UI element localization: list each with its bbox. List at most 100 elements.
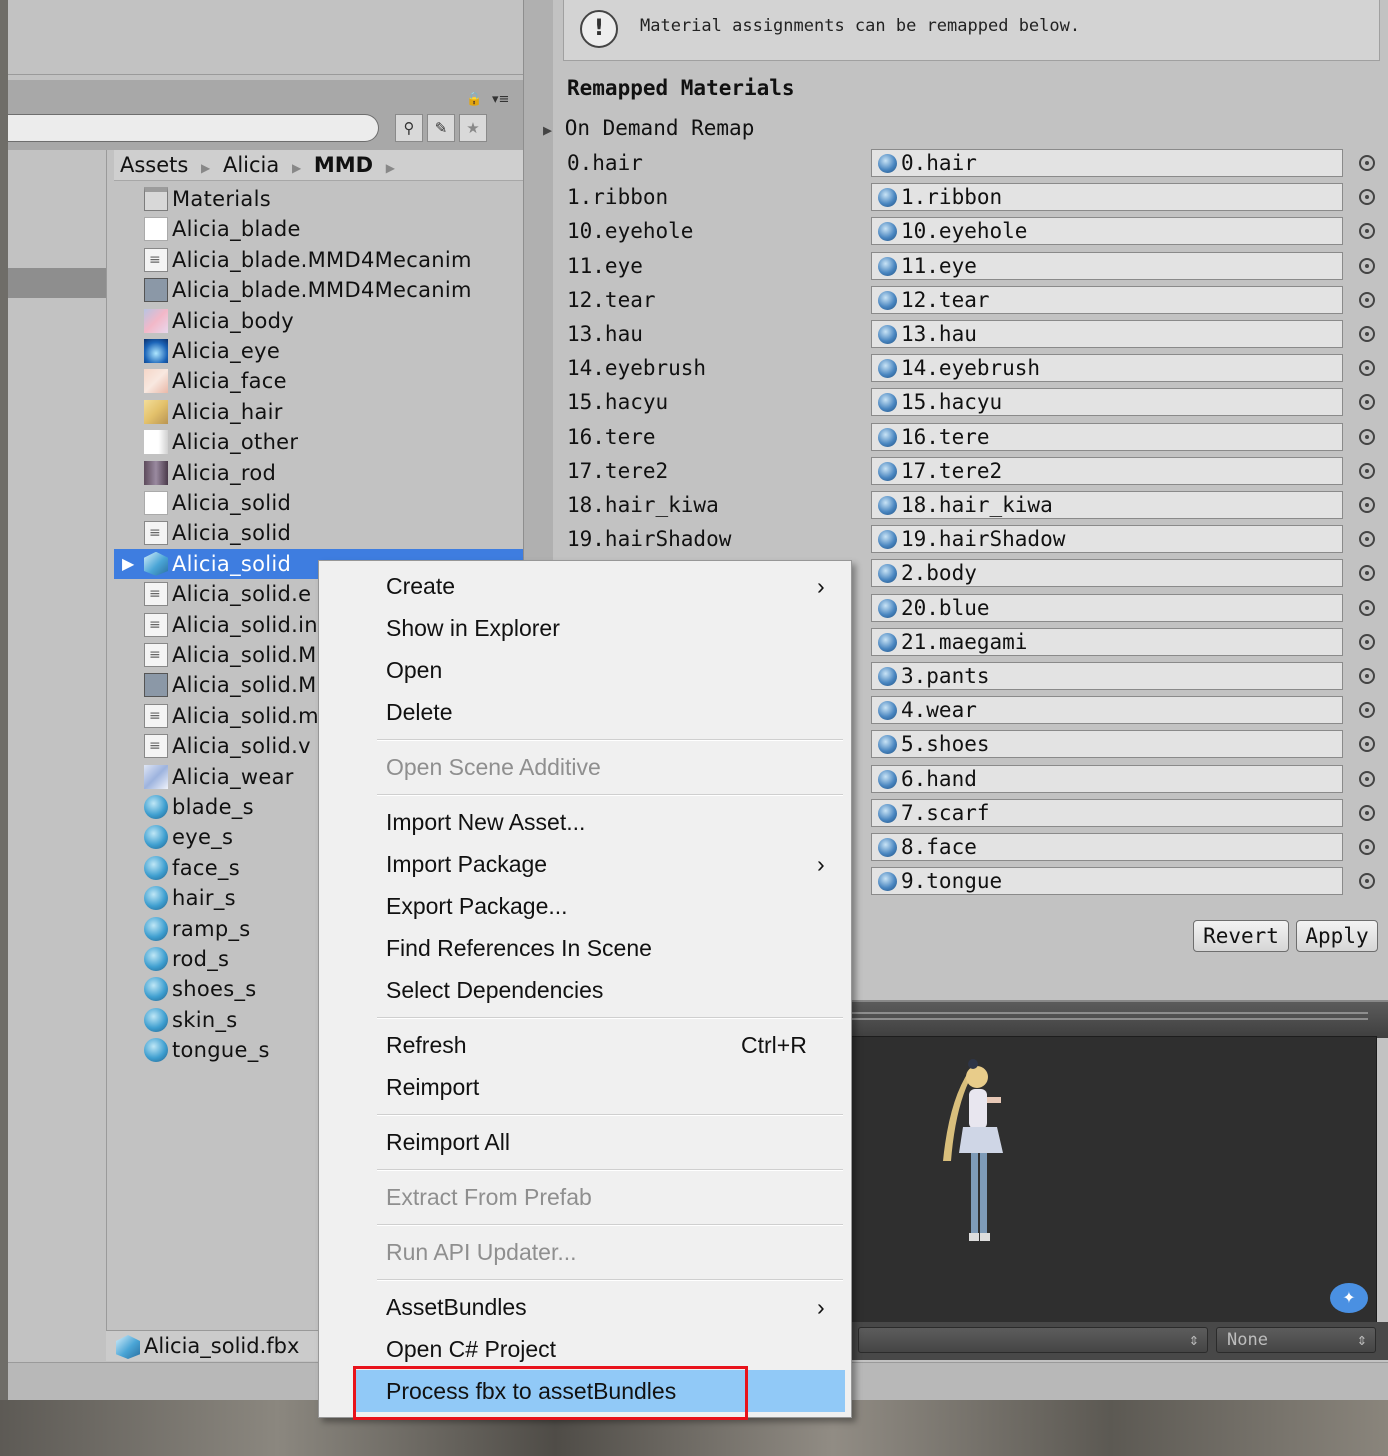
breadcrumb-item-assets[interactable]: Assets — [120, 153, 188, 177]
object-picker-icon[interactable] — [1359, 497, 1375, 513]
material-sphere-icon — [878, 769, 897, 789]
file-list-item[interactable]: Alicia_solid — [114, 518, 523, 548]
material-object-field[interactable]: 20.blue — [871, 593, 1343, 622]
material-sphere-icon — [878, 803, 897, 823]
material-object-field[interactable]: 16.tere — [871, 422, 1343, 451]
material-sphere-icon — [878, 667, 897, 686]
object-picker-icon[interactable] — [1359, 668, 1375, 684]
file-list-item[interactable]: Alicia_body — [114, 306, 523, 336]
material-object-field[interactable]: 14.eyebrush — [871, 354, 1343, 383]
object-picker-icon[interactable] — [1359, 360, 1375, 377]
object-picker-icon[interactable] — [1359, 394, 1375, 411]
breadcrumb-item-alicia[interactable]: Alicia — [223, 153, 279, 177]
file-list-item[interactable]: Alicia_face — [114, 366, 523, 396]
object-picker-icon[interactable] — [1359, 326, 1375, 342]
object-picker-icon[interactable] — [1359, 599, 1375, 616]
file-list-item[interactable]: Alicia_blade — [114, 214, 523, 244]
object-picker-icon[interactable] — [1359, 428, 1375, 445]
file-list-item[interactable]: Alicia_rod — [114, 458, 523, 488]
favorites-star-icon[interactable]: ★ — [459, 114, 487, 142]
breadcrumb-item-mmd[interactable]: MMD — [314, 153, 373, 177]
file-list-item[interactable]: Alicia_eye — [114, 336, 523, 366]
object-picker-icon[interactable] — [1359, 702, 1375, 719]
material-object-field[interactable]: 9.tongue — [871, 867, 1343, 896]
object-picker-icon[interactable] — [1359, 189, 1375, 206]
object-picker-icon[interactable] — [1359, 257, 1375, 274]
object-picker-icon[interactable] — [1359, 736, 1375, 753]
object-picker-icon[interactable] — [1359, 531, 1375, 548]
menu-item-label: Extract From Prefab — [386, 1184, 592, 1210]
menu-item[interactable]: Import Package › — [319, 843, 851, 885]
file-list-item-label: ramp_s — [172, 916, 251, 941]
text-file-icon — [144, 703, 168, 728]
material-slot-label: 0.hair — [567, 151, 643, 175]
material-object-field[interactable]: 11.eye — [871, 251, 1343, 280]
object-picker-icon[interactable] — [1359, 804, 1375, 821]
file-list-item[interactable]: Alicia_solid — [114, 488, 523, 518]
material-object-field[interactable]: 12.tear — [871, 285, 1343, 314]
material-object-field[interactable]: 17.tere2 — [871, 456, 1343, 485]
material-object-field[interactable]: 18.hair_kiwa — [871, 491, 1343, 519]
blank-file-icon — [144, 491, 168, 515]
on-demand-remap-foldout[interactable]: ▶ On Demand Remap — [543, 116, 754, 140]
material-object-field[interactable]: 21.maegami — [871, 627, 1343, 656]
menu-item[interactable]: Reimport All — [319, 1121, 851, 1163]
object-picker-icon[interactable] — [1359, 291, 1375, 308]
object-picker-icon[interactable] — [1359, 770, 1375, 787]
menu-item[interactable]: Delete — [319, 691, 851, 733]
material-object-field[interactable]: 7.scarf — [871, 798, 1343, 827]
material-object-field[interactable]: 6.hand — [871, 764, 1343, 793]
file-list-item[interactable]: Materials — [114, 184, 523, 214]
file-list-item-label: Alicia_rod — [172, 460, 277, 485]
object-picker-icon[interactable] — [1359, 633, 1375, 650]
material-slot-label: 12.tear — [567, 287, 656, 312]
material-object-field[interactable]: 5.shoes — [871, 730, 1343, 759]
menu-item[interactable]: Export Package... — [319, 885, 851, 927]
file-list-item[interactable]: Alicia_hair — [114, 397, 523, 427]
file-list-item[interactable]: Alicia_blade.MMD4Mecanim — [114, 245, 523, 275]
material-object-field[interactable]: 2.body — [871, 559, 1343, 588]
assetbundle-variant-dropdown[interactable]: None ⇕ — [1216, 1327, 1376, 1353]
material-object-field[interactable]: 19.hairShadow — [871, 525, 1343, 554]
material-object-field[interactable]: 3.pants — [871, 662, 1343, 690]
filter-by-label-icon[interactable]: ✎ — [427, 114, 455, 142]
object-picker-icon[interactable] — [1359, 873, 1375, 890]
menu-item[interactable]: Open — [319, 649, 851, 691]
expand-arrow-icon[interactable]: ▶ — [122, 549, 134, 579]
object-picker-icon[interactable] — [1359, 462, 1375, 479]
asset-bundle-tag-icon[interactable]: ✦ — [1330, 1283, 1368, 1313]
material-object-field[interactable]: 4.wear — [871, 696, 1343, 725]
lock-icon[interactable]: 🔒 — [466, 92, 482, 107]
file-list-item-label: Alicia_solid — [172, 521, 292, 546]
apply-button[interactable]: Apply — [1296, 920, 1378, 952]
menu-item[interactable]: AssetBundles › — [319, 1286, 851, 1328]
material-object-field[interactable]: 0.hair — [871, 149, 1343, 177]
annotation-highlight-box — [353, 1366, 748, 1420]
assetbundle-name-dropdown[interactable]: ⇕ — [858, 1327, 1208, 1353]
menu-item[interactable]: Create › — [319, 565, 851, 607]
menu-item[interactable]: Show in Explorer — [319, 607, 851, 649]
menu-item[interactable]: Open C# Project — [319, 1328, 851, 1370]
project-search-input[interactable] — [8, 114, 379, 142]
material-object-field[interactable]: 15.hacyu — [871, 388, 1343, 417]
file-list-item[interactable]: Alicia_other — [114, 427, 523, 457]
material-object-field[interactable]: 8.face — [871, 833, 1343, 861]
menu-item[interactable]: Import New Asset... — [319, 801, 851, 843]
file-list-item[interactable]: Alicia_blade.MMD4Mecanim — [114, 275, 523, 305]
object-picker-icon[interactable] — [1359, 839, 1375, 855]
object-picker-icon[interactable] — [1359, 155, 1375, 171]
folder-tree-selected-item[interactable] — [8, 268, 106, 298]
revert-button[interactable]: Revert — [1193, 920, 1289, 952]
model-icon — [116, 1335, 140, 1359]
panel-menu-icon[interactable]: ▾≡ — [492, 92, 509, 107]
menu-item[interactable]: Select Dependencies — [319, 969, 851, 1011]
material-object-field[interactable]: 13.hau — [871, 320, 1343, 348]
material-object-field[interactable]: 10.eyehole — [871, 217, 1343, 246]
material-object-field[interactable]: 1.ribbon — [871, 183, 1343, 212]
menu-item[interactable]: Reimport — [319, 1066, 851, 1108]
filter-by-type-icon[interactable]: ⚲ — [395, 114, 423, 142]
menu-item[interactable]: Refresh Ctrl+R — [319, 1024, 851, 1066]
object-picker-icon[interactable] — [1359, 223, 1375, 240]
menu-item[interactable]: Find References In Scene — [319, 927, 851, 969]
object-picker-icon[interactable] — [1359, 565, 1375, 582]
